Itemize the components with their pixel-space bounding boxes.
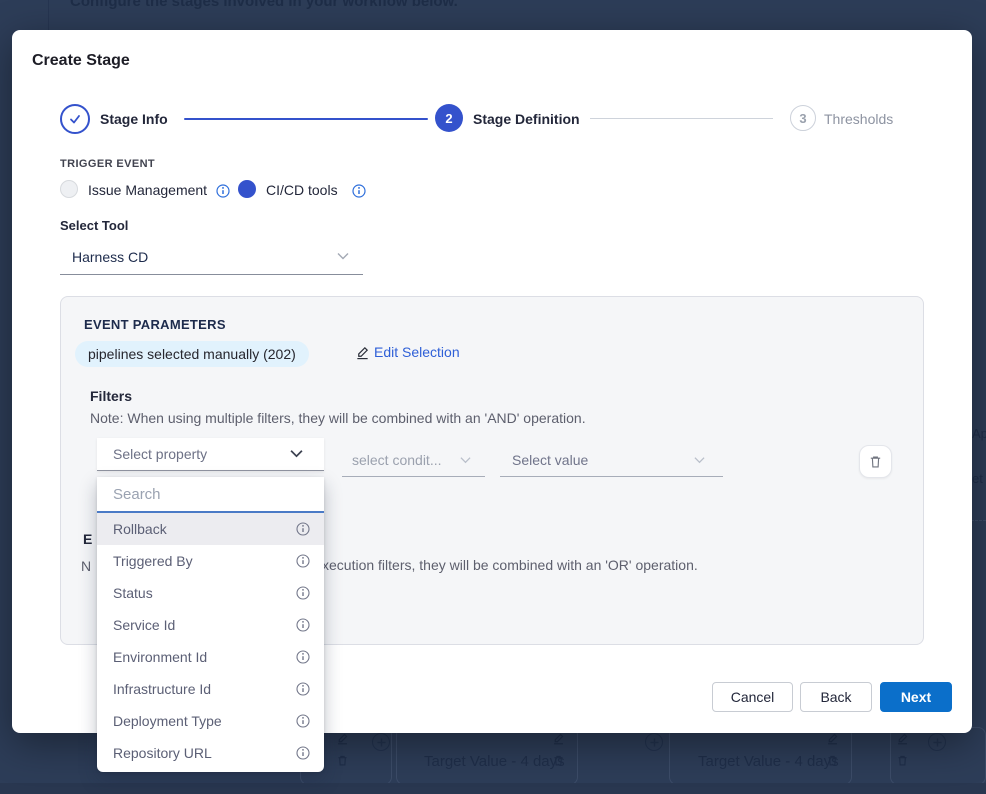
chevron-down-icon: [694, 456, 705, 464]
background-text-fragment: et: [972, 471, 983, 486]
dropdown-item-status[interactable]: Status: [97, 577, 324, 609]
chevron-down-icon: [460, 456, 471, 464]
back-button[interactable]: Back: [800, 682, 872, 712]
select-tool-label: Select Tool: [60, 218, 128, 233]
modal-title: Create Stage: [32, 52, 130, 70]
background-card-title: Target Value - 4 days: [698, 753, 839, 770]
background-dashed-line: [971, 520, 986, 521]
dropdown-item-rollback[interactable]: Rollback: [97, 513, 324, 545]
tool-select-value: Harness CD: [72, 249, 148, 265]
dropdown-item-infrastructure-id[interactable]: Infrastructure Id: [97, 673, 324, 705]
tool-select[interactable]: Harness CD: [60, 240, 363, 275]
dropdown-search: [97, 477, 324, 513]
radio-issue-management[interactable]: [60, 180, 78, 198]
occluded-note-fragment: N: [81, 558, 91, 574]
trigger-event-label: TRIGGER EVENT: [60, 158, 155, 170]
dropdown-item-service-id[interactable]: Service Id: [97, 609, 324, 641]
trash-icon: [552, 754, 565, 767]
background-strip: [0, 783, 986, 794]
radio-issue-management-label[interactable]: Issue Management: [88, 182, 207, 198]
selection-pill: pipelines selected manually (202): [75, 341, 309, 367]
step-1-indicator[interactable]: [60, 104, 90, 134]
stepper-connector: [590, 118, 773, 119]
step-3-label[interactable]: Thresholds: [824, 111, 893, 127]
trash-icon: [826, 754, 839, 767]
edit-icon: [826, 732, 839, 745]
info-icon[interactable]: [296, 586, 310, 600]
info-icon[interactable]: [296, 618, 310, 632]
next-button[interactable]: Next: [880, 682, 952, 712]
background-card-title: Target Value - 4 days: [424, 753, 565, 770]
property-select[interactable]: Select property: [97, 438, 324, 471]
radio-cicd-tools-label[interactable]: CI/CD tools: [266, 182, 338, 198]
stepper-connector: [184, 118, 428, 120]
edit-selection-link[interactable]: Edit Selection: [374, 344, 460, 360]
edit-icon: [552, 732, 565, 745]
info-icon[interactable]: [216, 184, 230, 198]
occluded-note-fragment: xecution filters, they will be combined …: [322, 557, 698, 573]
page-root: Configure the stages involved in your wo…: [0, 0, 986, 794]
edit-icon[interactable]: [355, 345, 370, 360]
add-stage-icon: [645, 733, 663, 751]
condition-select-value: select condit...: [352, 452, 442, 468]
add-stage-icon: [928, 733, 946, 751]
filters-note: Note: When using multiple filters, they …: [90, 410, 586, 426]
edit-icon: [336, 732, 349, 745]
info-icon[interactable]: [296, 522, 310, 536]
chevron-down-icon: [337, 252, 349, 260]
event-parameters-heading: EVENT PARAMETERS: [84, 317, 226, 332]
delete-filter-button[interactable]: [859, 445, 892, 478]
info-icon[interactable]: [296, 650, 310, 664]
occluded-heading-fragment: E: [83, 531, 92, 547]
property-select-value: Select property: [113, 446, 207, 462]
radio-cicd-tools[interactable]: [238, 180, 256, 198]
trash-icon: [336, 754, 349, 767]
dropdown-item-triggered-by[interactable]: Triggered By: [97, 545, 324, 577]
search-input[interactable]: [97, 477, 324, 511]
dropdown-item-deployment-type[interactable]: Deployment Type: [97, 705, 324, 737]
step-2-label[interactable]: Stage Definition: [473, 111, 580, 127]
add-stage-icon: [372, 733, 390, 751]
info-icon[interactable]: [296, 714, 310, 728]
dropdown-item-environment-id[interactable]: Environment Id: [97, 641, 324, 673]
info-icon[interactable]: [296, 554, 310, 568]
value-select-value: Select value: [512, 452, 588, 468]
step-1-label[interactable]: Stage Info: [100, 111, 168, 127]
cancel-button[interactable]: Cancel: [712, 682, 793, 712]
chevron-down-icon: [290, 449, 303, 458]
value-select[interactable]: Select value: [500, 444, 723, 477]
trash-icon: [868, 454, 883, 469]
condition-select[interactable]: select condit...: [342, 444, 485, 477]
property-dropdown-popover: Rollback Triggered By Status Service Id …: [97, 477, 324, 772]
background-divider: [48, 0, 49, 30]
filters-heading: Filters: [90, 388, 132, 404]
background-page-heading: Configure the stages involved in your wo…: [70, 0, 458, 10]
background-text-fragment: Ap: [972, 426, 986, 441]
check-icon: [68, 112, 82, 126]
trash-icon: [896, 754, 909, 767]
edit-icon: [896, 732, 909, 745]
info-icon[interactable]: [352, 184, 366, 198]
step-3-indicator[interactable]: 3: [790, 105, 816, 131]
dropdown-item-repository-url[interactable]: Repository URL: [97, 737, 324, 769]
info-icon[interactable]: [296, 682, 310, 696]
step-2-indicator[interactable]: 2: [435, 104, 463, 132]
info-icon[interactable]: [296, 746, 310, 760]
